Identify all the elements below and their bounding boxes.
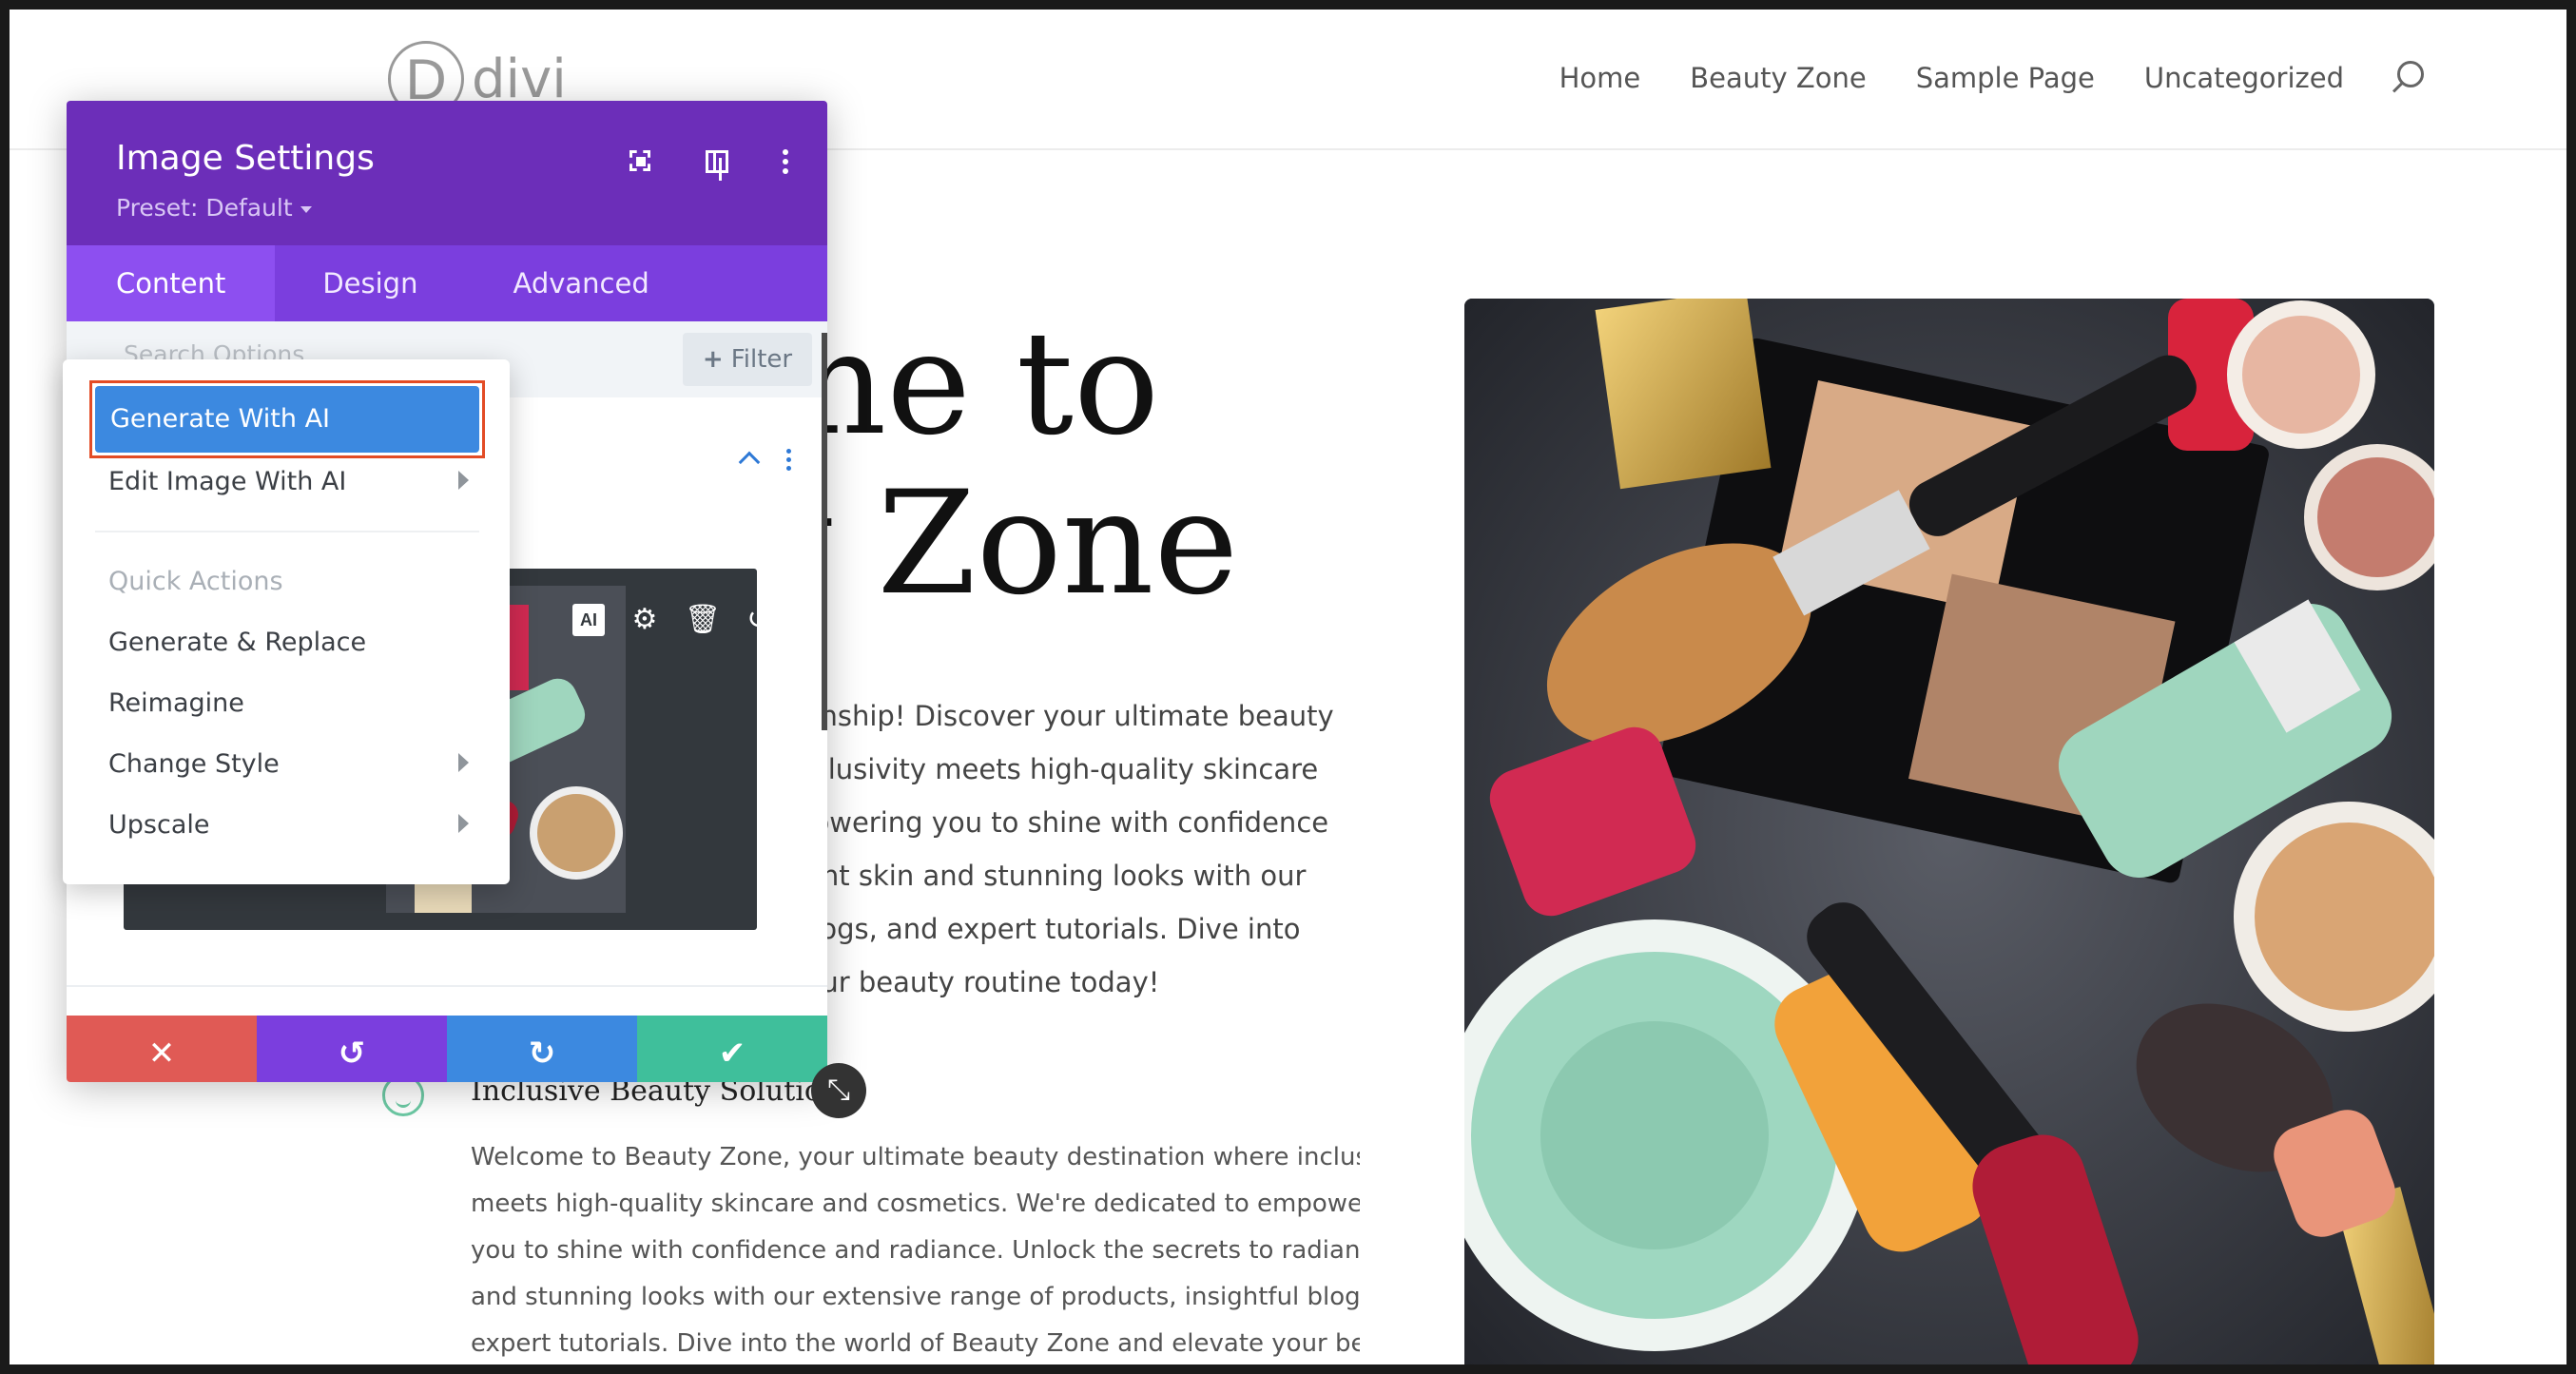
feature-line: Welcome to Beauty Zone, your ultimate be… (471, 1143, 1360, 1171)
panel-tabs: Content Design Advanced (67, 245, 827, 321)
image-tools: AI ⚙ 🗑 ↺ (572, 603, 776, 637)
resize-icon[interactable]: ⤡ (811, 1063, 866, 1118)
search-icon[interactable] (2388, 59, 2426, 97)
checkmark-icon: ✔ (718, 1035, 746, 1073)
feature-body[interactable]: Welcome to Beauty Zone, your ultimate be… (471, 1134, 1360, 1364)
paragraph-line: ful blogs, and expert tutorials. Dive in… (751, 913, 1301, 945)
paragraph-line: empowering you to shine with confidence (751, 806, 1329, 839)
tab-content[interactable]: Content (67, 245, 276, 321)
menu-divider (95, 531, 479, 532)
edit-image-with-ai-item[interactable]: Edit Image With AI (108, 467, 346, 496)
fullscreen-icon[interactable] (622, 143, 660, 181)
feature-line: you to shine with confidence and radianc… (471, 1236, 1360, 1265)
chevron-right-icon (458, 814, 469, 833)
preset-dropdown[interactable]: Preset: Default (116, 194, 312, 222)
panel-scrollbar[interactable] (822, 333, 827, 730)
toggle-more-icon[interactable] (784, 447, 795, 474)
paragraph-line: radiant skin and stunning looks with our (751, 860, 1307, 892)
divider (67, 985, 827, 987)
gear-icon[interactable]: ⚙ (628, 603, 662, 637)
nav-link-sample-page[interactable]: Sample Page (1916, 62, 2095, 94)
close-icon: ✕ (147, 1035, 176, 1073)
feature-line: expert tutorials. Dive into the world of… (471, 1329, 1360, 1358)
paragraph-line: te your beauty routine today! (751, 966, 1160, 998)
redo-icon: ↻ (528, 1035, 556, 1073)
nav-link-home[interactable]: Home (1559, 62, 1641, 94)
chevron-right-icon (458, 471, 469, 490)
cosmetics-illustration (1464, 299, 2434, 1364)
filter-label: Filter (730, 345, 793, 374)
hero-paragraph[interactable]: mpionship! Discover your ultimate beauty… (751, 689, 1369, 1009)
tab-design[interactable]: Design (275, 245, 465, 321)
panel-header[interactable]: Image Settings Preset: Default (67, 101, 827, 245)
panel-action-bar: ✕ ↺ ↻ ✔ (67, 1016, 827, 1082)
more-options-icon[interactable] (766, 143, 804, 181)
change-style-item[interactable]: Change Style (108, 749, 280, 779)
reset-icon[interactable]: ↺ (742, 603, 776, 637)
nav-link-uncategorized[interactable]: Uncategorized (2144, 62, 2344, 94)
paragraph-line: mpionship! Discover your ultimate beauty (751, 700, 1334, 732)
nav-link-beauty-zone[interactable]: Beauty Zone (1690, 62, 1866, 94)
filter-button[interactable]: + Filter (683, 333, 812, 386)
feature-line: meets high-quality skincare and cosmetic… (471, 1190, 1360, 1218)
plus-icon: + (702, 345, 724, 374)
trash-icon[interactable]: 🗑 (685, 603, 721, 637)
generate-with-ai-item[interactable]: Generate With AI (95, 386, 479, 453)
tab-advanced[interactable]: Advanced (465, 245, 696, 321)
feature-line: and stunning looks with our extensive ra… (471, 1283, 1360, 1311)
paragraph-line: re inclusivity meets high-quality skinca… (751, 753, 1319, 785)
ai-icon[interactable]: AI (572, 604, 605, 636)
cancel-button[interactable]: ✕ (67, 1016, 257, 1082)
save-button[interactable]: ✔ (637, 1016, 827, 1082)
panel-title: Image Settings (116, 139, 375, 178)
redo-button[interactable]: ↻ (447, 1016, 637, 1082)
undo-button[interactable]: ↺ (257, 1016, 447, 1082)
main-nav: Home Beauty Zone Sample Page Uncategoriz… (1510, 59, 2426, 97)
ai-actions-menu: Generate With AI Edit Image With AI Quic… (63, 359, 510, 884)
upscale-item[interactable]: Upscale (108, 810, 209, 840)
chevron-right-icon (458, 753, 469, 772)
browser-viewport: D divi Home Beauty Zone Sample Page Unca… (10, 10, 2566, 1364)
sidebar-layout-icon[interactable] (698, 143, 736, 181)
preset-label: Preset: Default (116, 194, 293, 222)
chevron-down-icon (300, 205, 312, 213)
quick-actions-heading: Quick Actions (108, 567, 283, 596)
chevron-up-icon[interactable] (738, 447, 761, 470)
reimagine-item[interactable]: Reimagine (108, 688, 244, 718)
undo-icon: ↺ (338, 1035, 366, 1073)
hero-cosmetics-image[interactable] (1464, 299, 2434, 1364)
generate-replace-item[interactable]: Generate & Replace (108, 628, 366, 657)
